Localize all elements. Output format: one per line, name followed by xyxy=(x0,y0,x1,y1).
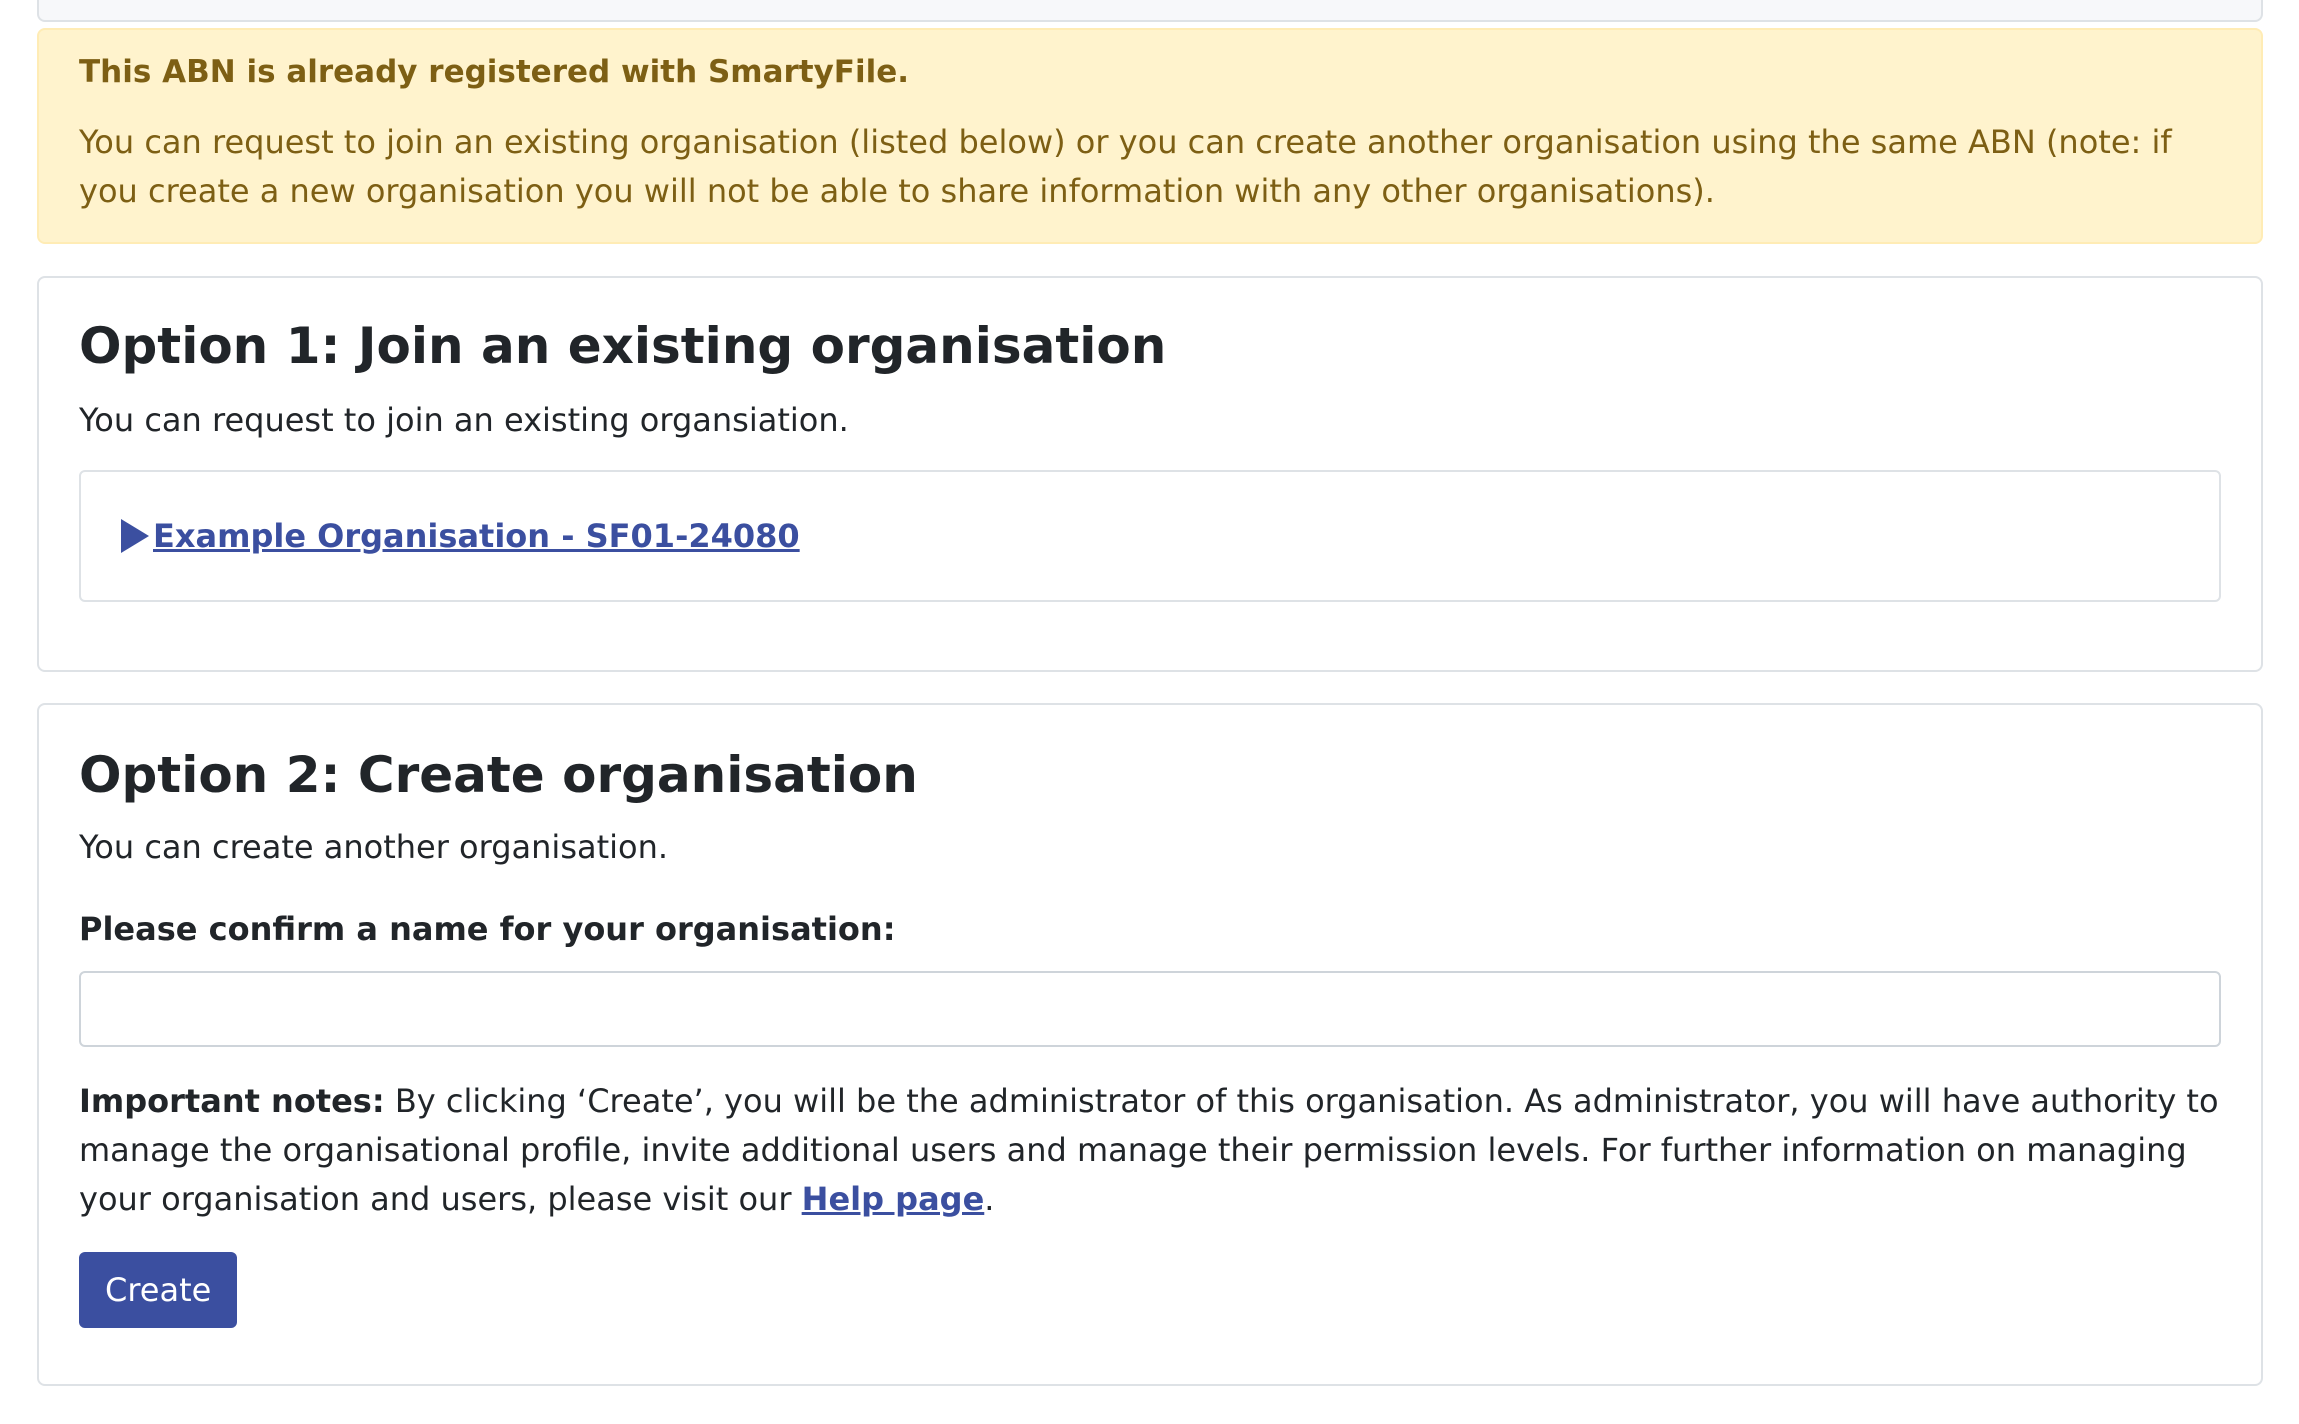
top-card-edge xyxy=(37,0,2263,22)
alert-body: You can request to join an existing orga… xyxy=(79,123,2172,210)
important-notes-label: Important notes: xyxy=(79,1082,385,1120)
option1-description: You can request to join an existing orga… xyxy=(79,401,849,439)
existing-organisation-item: Example Organisation - SF01-24080 xyxy=(79,470,2221,602)
option2-card: Option 2: Create organisation You can cr… xyxy=(37,703,2263,1386)
play-triangle-icon xyxy=(121,519,149,553)
abn-registered-alert: This ABN is already registered with Smar… xyxy=(37,28,2263,244)
create-button[interactable]: Create xyxy=(79,1252,238,1328)
organisation-name-label: Please confirm a name for your organisat… xyxy=(79,910,896,948)
important-notes-text: By clicking ‘Create’, you will be the ad… xyxy=(79,1082,2219,1218)
important-notes: Important notes: By clicking ‘Create’, y… xyxy=(79,1077,2221,1224)
organisation-name-input[interactable] xyxy=(79,971,2221,1047)
option1-card: Option 1: Join an existing organisation … xyxy=(37,276,2263,672)
option1-heading: Option 1: Join an existing organisation xyxy=(79,317,1167,375)
existing-organisation-label: Example Organisation - SF01-24080 xyxy=(153,517,800,555)
help-page-link[interactable]: Help page xyxy=(802,1180,985,1218)
alert-title: This ABN is already registered with Smar… xyxy=(79,54,910,90)
existing-organisation-link[interactable]: Example Organisation - SF01-24080 xyxy=(121,517,800,555)
option2-description: You can create another organisation. xyxy=(79,828,669,866)
important-notes-end: . xyxy=(984,1180,995,1218)
option2-heading: Option 2: Create organisation xyxy=(79,746,918,804)
